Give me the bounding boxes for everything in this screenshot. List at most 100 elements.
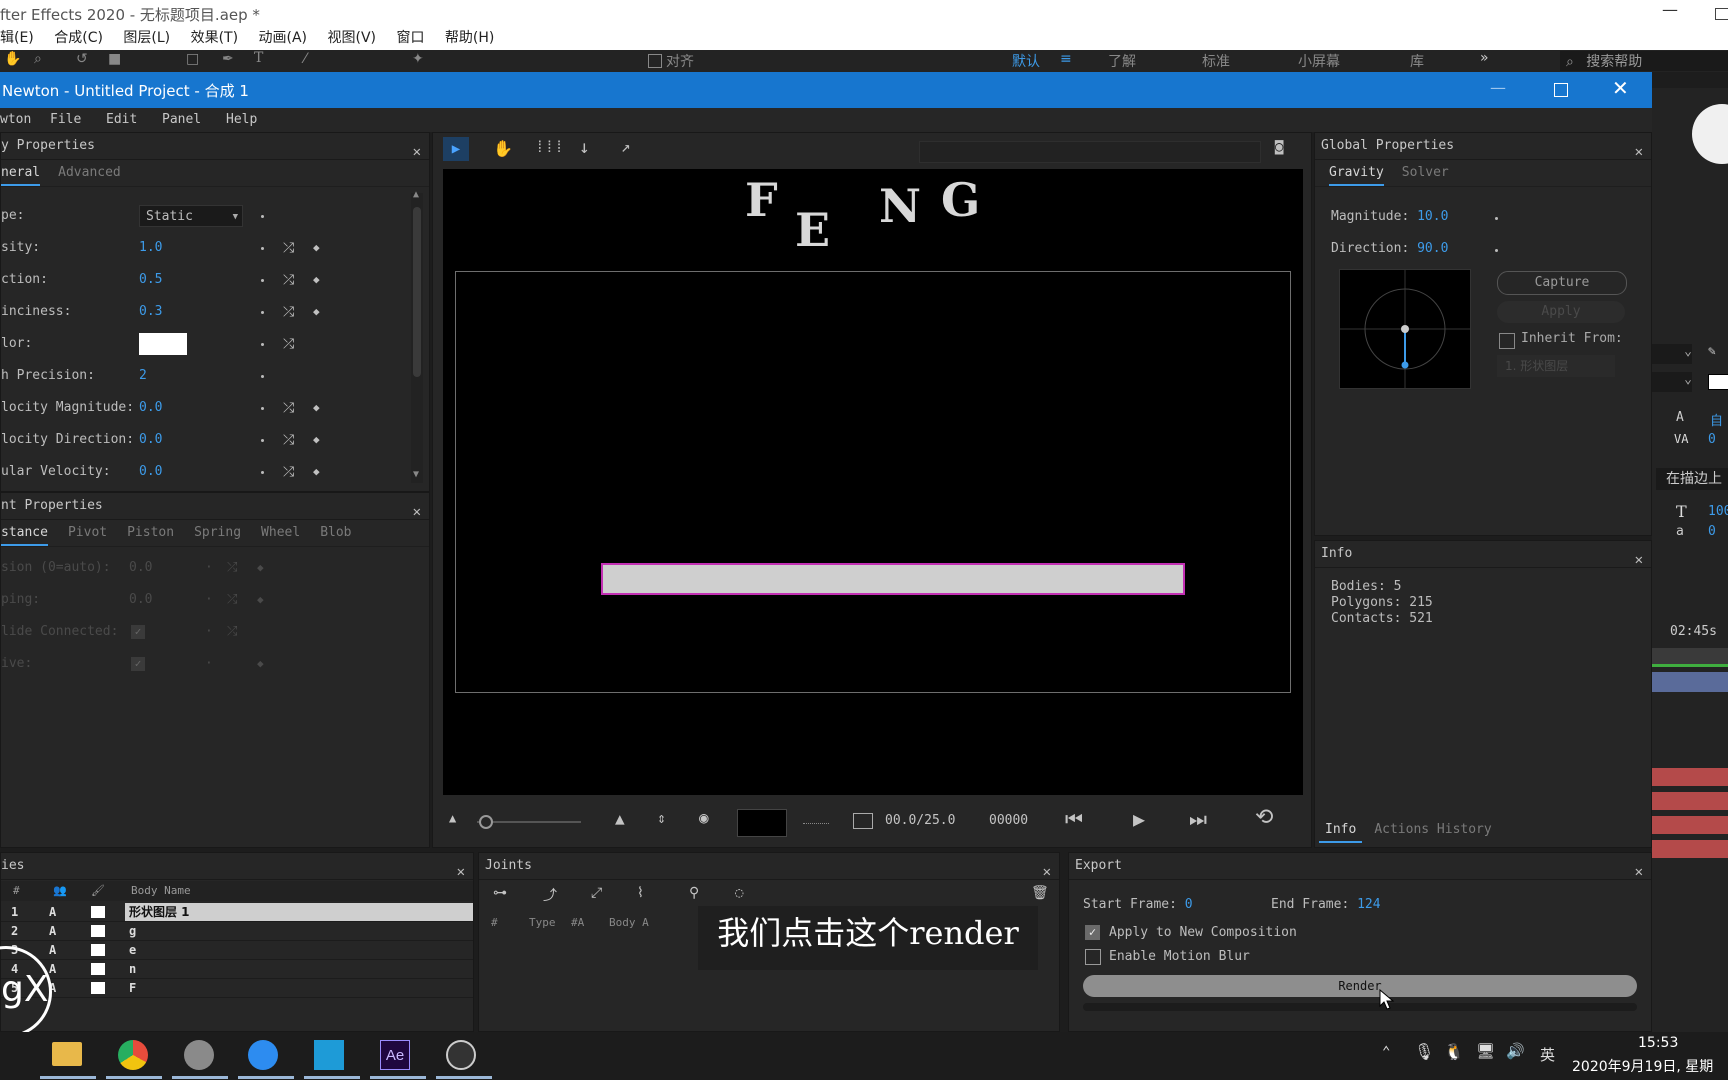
body-color-swatch[interactable] bbox=[91, 906, 105, 918]
shuffle-icon[interactable]: ⤮ bbox=[283, 331, 294, 357]
background-color-swatch[interactable] bbox=[737, 809, 787, 837]
delete-trash-icon[interactable]: 🗑 bbox=[1031, 885, 1049, 901]
body-properties-close-icon[interactable]: ✕ bbox=[413, 139, 421, 165]
apply-button[interactable]: Apply bbox=[1497, 301, 1625, 323]
keyframe-diamond-icon[interactable]: ◆ bbox=[313, 459, 320, 485]
velocity-direction-value[interactable]: 0.0 bbox=[139, 427, 162, 453]
direction-value[interactable]: 90.0 bbox=[1417, 241, 1448, 256]
table-row[interactable]: 4 A n bbox=[1, 960, 473, 979]
ime-indicator[interactable]: 英 bbox=[1540, 1044, 1555, 1065]
zoom-fit-icon[interactable]: ⇕ bbox=[657, 809, 666, 827]
tab-actions-history[interactable]: Actions History bbox=[1374, 817, 1491, 843]
qq-tray-icon[interactable]: 🐧 bbox=[1444, 1042, 1464, 1061]
body-type-select[interactable]: Static ▼ bbox=[139, 205, 243, 227]
tab-distance[interactable]: stance bbox=[1, 520, 48, 546]
ae-menu-composition[interactable]: 合成(C) bbox=[54, 26, 103, 50]
zoom-in-icon[interactable]: ▲ bbox=[615, 809, 625, 828]
workspace-standard[interactable]: 标准 bbox=[1202, 51, 1230, 71]
tab-info[interactable]: Info bbox=[1319, 817, 1363, 843]
tab-solver[interactable]: Solver bbox=[1402, 160, 1449, 186]
inherit-checkbox[interactable] bbox=[1499, 333, 1515, 349]
visibility-eye-icon[interactable]: ◉ bbox=[699, 808, 709, 827]
tracking-value[interactable]: 0 bbox=[1708, 432, 1716, 447]
network-icon[interactable]: 🖥 bbox=[1476, 1042, 1495, 1060]
puppet-tool-icon[interactable]: ✦ bbox=[412, 51, 424, 67]
marquee-tool-icon[interactable]: ⁞⁞⁞ bbox=[535, 137, 564, 157]
newton-maximize-icon[interactable] bbox=[1554, 83, 1568, 97]
magnitude-value[interactable]: 10.0 bbox=[1417, 209, 1448, 224]
piston-joint-icon[interactable]: ⤢ bbox=[591, 885, 602, 901]
play-icon[interactable]: ▶ bbox=[1133, 807, 1145, 831]
table-row[interactable]: 2 A g bbox=[1, 922, 473, 941]
taskbar-time[interactable]: 15:53 bbox=[1638, 1035, 1678, 1051]
velocity-magnitude-value[interactable]: 0.0 bbox=[139, 395, 162, 421]
joint-damping-value[interactable]: 0.0 bbox=[129, 587, 152, 613]
baseline-value[interactable]: 0 bbox=[1708, 524, 1716, 539]
body-properties-scrollbar[interactable]: ▲ ▼ bbox=[411, 189, 423, 483]
scroll-up-icon[interactable]: ▲ bbox=[413, 189, 419, 200]
end-frame-value[interactable]: 124 bbox=[1357, 897, 1380, 912]
friction-value[interactable]: 0.5 bbox=[139, 267, 162, 293]
brush-tool-icon[interactable]: ⁄ bbox=[304, 51, 306, 67]
workspace-library[interactable]: 库 bbox=[1410, 51, 1424, 71]
scrollbar-thumb[interactable] bbox=[413, 207, 421, 377]
letter-body-f[interactable]: F bbox=[745, 173, 778, 227]
chrome-icon[interactable] bbox=[118, 1040, 148, 1070]
tab-spring[interactable]: Spring bbox=[194, 520, 241, 546]
workspace-default[interactable]: 默认 bbox=[1012, 51, 1040, 71]
blob-joint-icon[interactable]: ◌ bbox=[735, 885, 743, 901]
ae-font-dropdown[interactable]: ⌄ bbox=[1652, 344, 1692, 364]
newton-close-icon[interactable]: ✕ bbox=[1612, 76, 1629, 100]
workspace-more-icon[interactable]: » bbox=[1480, 50, 1489, 66]
pen-tool-icon[interactable]: ✒ bbox=[222, 51, 234, 67]
hand-tool-icon[interactable]: ✋ bbox=[493, 139, 513, 158]
zoom-out-icon[interactable]: ▲ bbox=[449, 811, 456, 825]
newton-menu-help[interactable]: Help bbox=[226, 108, 257, 132]
keyframe-diamond-icon[interactable]: ◆ bbox=[313, 299, 320, 325]
settings-app-icon[interactable] bbox=[184, 1040, 214, 1070]
ae-menu-layer[interactable]: 图层(L) bbox=[123, 26, 170, 50]
ae-minimize-icon[interactable]: — bbox=[1662, 0, 1678, 19]
keyframe-diamond-icon[interactable]: ◆ bbox=[313, 395, 320, 421]
bounciness-value[interactable]: 0.3 bbox=[139, 299, 162, 325]
file-explorer-icon[interactable] bbox=[52, 1042, 82, 1066]
viewport-canvas[interactable]: F E N G bbox=[443, 169, 1303, 795]
letter-body-n[interactable]: N bbox=[879, 179, 921, 233]
tab-advanced[interactable]: Advanced bbox=[58, 160, 121, 186]
joint-distance-value[interactable]: 0.0 bbox=[129, 555, 152, 581]
zoom-slider-handle[interactable] bbox=[479, 815, 493, 829]
zoom-tool-icon[interactable]: ⌕ bbox=[34, 51, 42, 67]
gravity-direction-dial[interactable] bbox=[1339, 269, 1471, 389]
body-color-swatch[interactable] bbox=[91, 963, 105, 975]
info-close-icon[interactable]: ✕ bbox=[1635, 547, 1643, 573]
shuffle-icon[interactable]: ⤮ bbox=[283, 299, 294, 325]
text-tool-icon[interactable]: T bbox=[254, 50, 263, 66]
capture-button[interactable]: Capture bbox=[1497, 271, 1627, 295]
select-tool-icon[interactable]: ▶ bbox=[443, 137, 469, 161]
body-color-swatch[interactable] bbox=[91, 944, 105, 956]
newton-menu-file[interactable]: File bbox=[50, 108, 81, 132]
microphone-icon[interactable]: 🎙 bbox=[1414, 1042, 1434, 1061]
obs-icon[interactable] bbox=[446, 1040, 476, 1070]
ae-menu-help[interactable]: 帮助(H) bbox=[445, 26, 494, 50]
wheel-joint-icon[interactable]: ⚲ bbox=[689, 885, 699, 901]
rect-tool-icon[interactable]: □ bbox=[186, 51, 199, 67]
shuffle-icon[interactable]: ⤮ bbox=[283, 459, 294, 485]
fling-tool-icon[interactable]: ↗ bbox=[621, 137, 631, 156]
apply-new-comp-checkbox[interactable]: ✓ bbox=[1085, 925, 1100, 940]
shuffle-icon[interactable]: ⤮ bbox=[283, 395, 294, 421]
tab-gravity[interactable]: Gravity bbox=[1329, 160, 1384, 186]
skip-to-start-icon[interactable]: ⏮ bbox=[1065, 807, 1083, 831]
tab-piston[interactable]: Piston bbox=[127, 520, 174, 546]
ae-menu-animation[interactable]: 动画(A) bbox=[259, 26, 308, 50]
step-forward-icon[interactable]: ⏭ bbox=[1189, 807, 1207, 831]
keyframe-diamond-icon[interactable]: ◆ bbox=[313, 267, 320, 293]
shuffle-icon[interactable]: ⤮ bbox=[283, 267, 294, 293]
pivot-joint-icon[interactable]: ⤴ bbox=[543, 885, 557, 905]
mesh-precision-value[interactable]: 2 bbox=[139, 363, 147, 389]
tab-wheel[interactable]: Wheel bbox=[261, 520, 300, 546]
shuffle-icon[interactable]: ⤮ bbox=[283, 427, 294, 453]
stroke-color-swatch[interactable] bbox=[1708, 374, 1728, 390]
newton-menu-newton[interactable]: wton bbox=[0, 108, 31, 132]
snapshot-camera-icon[interactable]: ◙ bbox=[1275, 139, 1283, 155]
